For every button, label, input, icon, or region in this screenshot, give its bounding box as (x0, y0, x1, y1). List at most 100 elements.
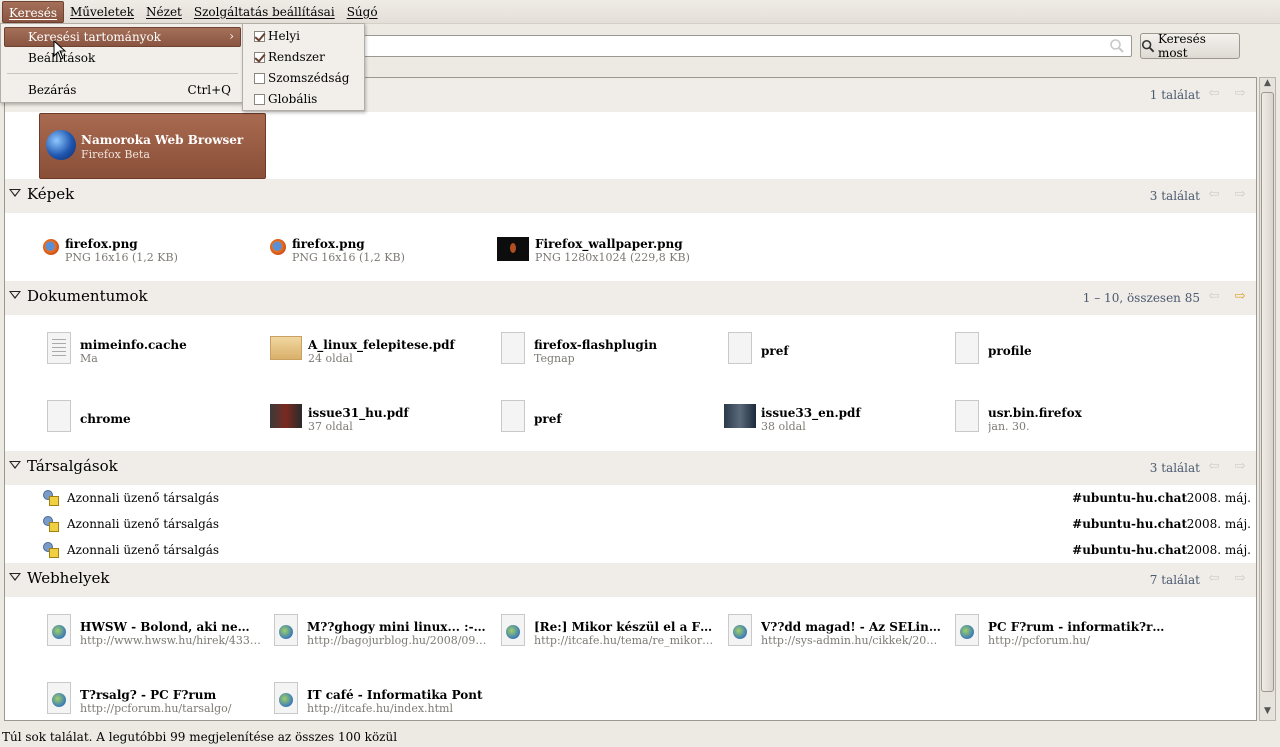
app-result-tile[interactable]: Namoroka Web Browser Firefox Beta (39, 113, 266, 179)
collapse-triangle-icon[interactable] (9, 573, 21, 581)
document-result[interactable]: pref (728, 332, 928, 366)
menu-view[interactable]: Nézet (140, 1, 188, 23)
document-result[interactable]: pref (501, 400, 701, 434)
result-url: http://itcafe.hu/index.html (307, 702, 454, 715)
scope-global[interactable]: Globális (247, 90, 362, 110)
prev-page-icon[interactable]: ⇦ (1206, 460, 1222, 474)
prev-page-icon[interactable]: ⇦ (1206, 290, 1222, 304)
next-page-icon[interactable]: ⇨ (1232, 188, 1248, 202)
search-menu: Keresési tartományok › Beállítások Bezár… (0, 23, 243, 103)
result-count: 3 találat (1149, 189, 1200, 203)
prev-page-icon[interactable]: ⇦ (1206, 572, 1222, 586)
file-icon (501, 400, 525, 432)
next-page-icon[interactable]: ⇨ (1232, 87, 1248, 101)
web-page-icon (47, 682, 71, 714)
checkbox-checked-icon[interactable] (254, 52, 265, 63)
pdf-thumbnail (724, 404, 756, 428)
web-result[interactable]: HWSW - Bolond, aki nem netezik http://ww… (47, 614, 263, 648)
search-field[interactable] (350, 35, 1132, 57)
collapse-triangle-icon[interactable] (9, 189, 21, 197)
result-name: pref (761, 344, 789, 358)
category-header-documents[interactable]: Dokumentumok 1 – 10, összesen 85 ⇦ ⇨ (5, 281, 1256, 315)
result-name: IT café - Informatika Pont (307, 688, 483, 702)
document-result[interactable]: issue33_en.pdf 38 oldal (724, 400, 944, 434)
menu-item-close[interactable]: Bezárás Ctrl+Q (4, 81, 241, 101)
category-header-web[interactable]: Webhelyek 7 találat ⇦ ⇨ (5, 563, 1256, 597)
next-page-icon[interactable]: ⇨ (1232, 572, 1248, 586)
category-header-chats[interactable]: Társalgások 3 találat ⇦ ⇨ (5, 451, 1256, 485)
result-name: chrome (80, 412, 131, 426)
menu-help[interactable]: Súgó (341, 1, 384, 23)
firefox-icon (43, 239, 59, 255)
result-name: [Re:] Mikor készül el a Firefox 3 (534, 620, 716, 634)
chat-result[interactable]: Azonnali üzenő társalgás #ubuntu-hu.chat… (41, 540, 1251, 560)
menu-item-label: Keresési tartományok (28, 30, 161, 44)
web-result[interactable]: M??ghogy mini linux... :-) Ubuntu http:/… (274, 614, 490, 648)
prev-page-icon[interactable]: ⇦ (1206, 188, 1222, 202)
category-title: Képek (27, 185, 75, 203)
menu-item-search-scopes[interactable]: Keresési tartományok › (4, 27, 241, 47)
menu-bar: Keresés Műveletek Nézet Szolgáltatás beá… (0, 0, 1280, 24)
image-result[interactable]: Firefox_wallpaper.png PNG 1280x1024 (229… (497, 237, 737, 264)
chat-room: #ubuntu-hu.chat (1072, 543, 1187, 557)
result-url: http://pcforum.hu/ (988, 634, 1091, 647)
menu-item-label: Bezárás (28, 83, 77, 97)
result-url: http://sys-admin.hu/cikkek/2007061... (761, 634, 943, 647)
result-name: M??ghogy mini linux... :-) Ubuntu (307, 620, 489, 634)
web-page-icon (274, 614, 298, 646)
pdf-thumbnail (270, 404, 302, 428)
category-title: Dokumentumok (27, 287, 148, 305)
web-result[interactable]: IT café - Informatika Pont http://itcafe… (274, 682, 490, 716)
next-page-icon[interactable]: ⇨ (1232, 290, 1248, 304)
web-result[interactable]: T?rsalg? - PC F?rum http://pcforum.hu/ta… (47, 682, 263, 716)
search-input[interactable] (351, 36, 1091, 56)
menu-service-settings[interactable]: Szolgáltatás beállításai (188, 1, 341, 23)
app-name: Namoroka Web Browser (81, 133, 244, 147)
document-result[interactable]: chrome (47, 400, 257, 434)
chat-result[interactable]: Azonnali üzenő társalgás #ubuntu-hu.chat… (41, 514, 1251, 534)
search-now-button[interactable]: Keresés most (1140, 32, 1240, 60)
document-result[interactable]: mimeinfo.cache Ma (47, 332, 257, 366)
web-result[interactable]: PC F?rum - informatik?r?l mindenkinek ht… (955, 614, 1171, 648)
menu-item-preferences[interactable]: Beállítások (4, 49, 241, 69)
pdf-thumbnail (270, 336, 302, 360)
document-result[interactable]: A_linux_felepitese.pdf 24 oldal (270, 332, 490, 366)
scroll-down-icon[interactable]: ▼ (1260, 706, 1275, 720)
results-scrollbar[interactable]: ▲ ▼ (1259, 77, 1276, 721)
chat-icon (43, 542, 59, 558)
chat-label: Azonnali üzenő társalgás (67, 517, 220, 531)
menu-search[interactable]: Keresés (2, 0, 64, 23)
document-result[interactable]: profile (955, 332, 1155, 366)
web-result[interactable]: [Re:] Mikor készül el a Firefox 3 http:/… (501, 614, 717, 648)
result-url: http://itcafe.hu/tema/re_mikor_kesz... (534, 634, 716, 647)
magnifier-icon (1141, 39, 1155, 53)
category-header-images[interactable]: Képek 3 találat ⇦ ⇨ (5, 179, 1256, 213)
scrollbar-thumb[interactable] (1261, 92, 1274, 692)
chat-result[interactable]: Azonnali üzenő társalgás #ubuntu-hu.chat… (41, 488, 1251, 508)
chat-date: 2008. máj. (1186, 491, 1251, 505)
scope-local[interactable]: Helyi (247, 27, 362, 47)
scope-system[interactable]: Rendszer (247, 48, 362, 68)
scroll-up-icon[interactable]: ▲ (1260, 78, 1275, 92)
prev-page-icon[interactable]: ⇦ (1206, 87, 1222, 101)
collapse-triangle-icon[interactable] (9, 461, 21, 469)
image-result[interactable]: firefox.png PNG 16x16 (1,2 KB) (270, 237, 460, 264)
document-result[interactable]: issue31_hu.pdf 37 oldal (270, 400, 490, 434)
menu-actions[interactable]: Műveletek (64, 1, 140, 23)
collapse-triangle-icon[interactable] (9, 291, 21, 299)
image-result[interactable]: firefox.png PNG 16x16 (1,2 KB) (43, 237, 233, 264)
document-result[interactable]: usr.bin.firefox jan. 30. (955, 400, 1155, 434)
result-name: firefox-flashplugin (534, 338, 658, 352)
checkbox-unchecked-icon[interactable] (254, 73, 265, 84)
scope-label: Helyi (268, 29, 301, 43)
scope-neighborhood[interactable]: Szomszédság (247, 69, 362, 89)
document-result[interactable]: firefox-flashplugin Tegnap (501, 332, 721, 366)
result-count: 1 találat (1149, 88, 1200, 102)
checkbox-unchecked-icon[interactable] (254, 94, 265, 105)
firefox-icon (270, 239, 286, 255)
web-result[interactable]: V??dd magad! - Az SELinux 1. rész http:/… (728, 614, 944, 648)
checkbox-checked-icon[interactable] (254, 31, 265, 42)
web-page-icon (501, 614, 525, 646)
search-now-label: Keresés most (1157, 32, 1206, 60)
next-page-icon[interactable]: ⇨ (1232, 460, 1248, 474)
